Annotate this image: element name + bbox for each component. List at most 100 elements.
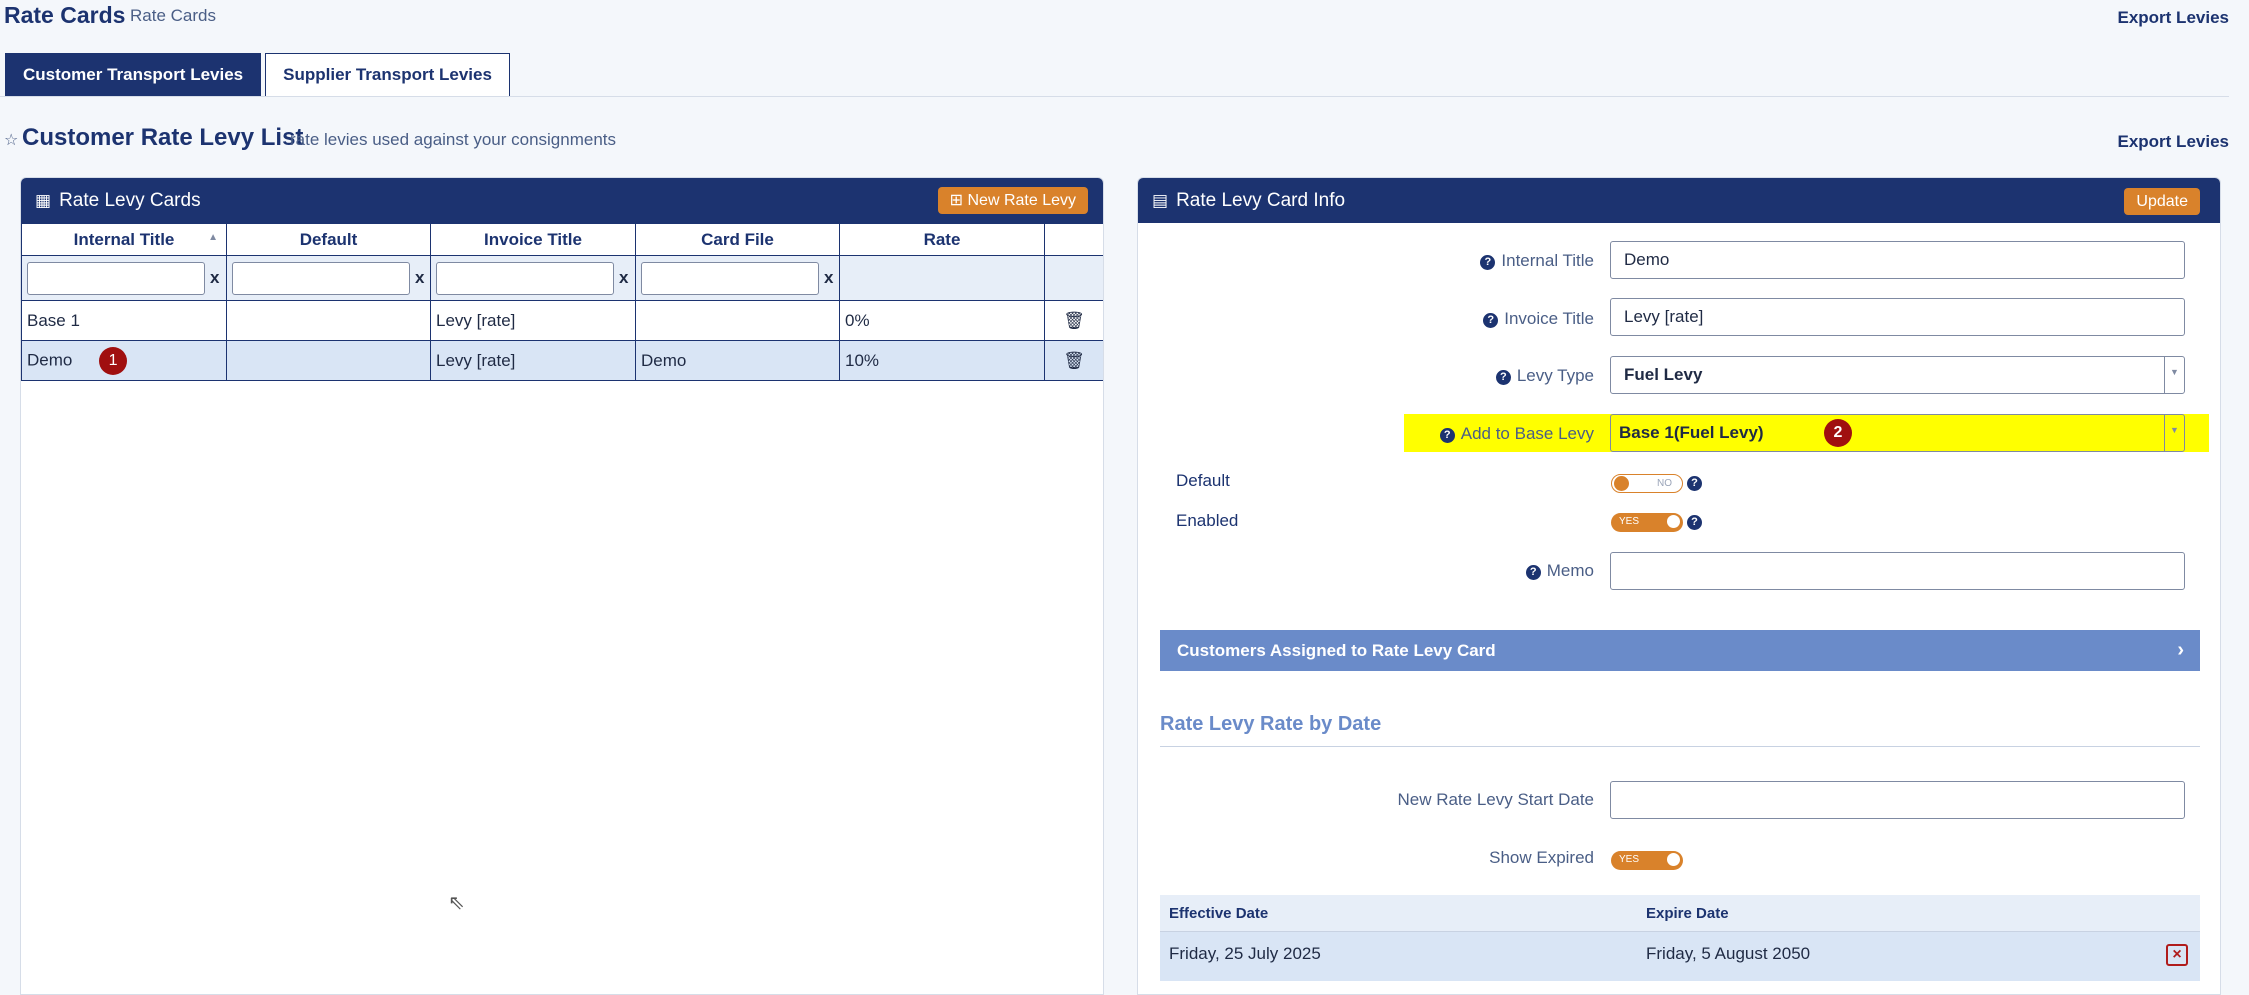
enabled-toggle[interactable]: YES <box>1611 513 1683 532</box>
annotation-badge-2: 2 <box>1824 419 1852 447</box>
table-header: Internal Title ▲ Default Invoice Title Ca… <box>21 223 1103 256</box>
help-icon[interactable]: ? <box>1483 313 1499 328</box>
star-icon[interactable]: ☆ <box>4 130 18 150</box>
col-invoice-title[interactable]: Invoice Title <box>430 223 636 256</box>
memo-input[interactable] <box>1610 552 2185 590</box>
col-default[interactable]: Default <box>226 223 431 256</box>
page-breadcrumb: Rate Cards <box>130 6 216 25</box>
cell-effective-date: Friday, 25 July 2025 <box>1169 944 1321 963</box>
clear-filter-button[interactable]: x <box>210 268 219 288</box>
customers-assigned-bar[interactable]: Customers Assigned to Rate Levy Card › <box>1160 630 2200 671</box>
levy-tabs: Customer Transport Levies Supplier Trans… <box>5 53 510 97</box>
cell-invoice-title: Levy [rate] <box>430 300 636 341</box>
delete-icon[interactable]: × <box>2166 944 2188 966</box>
levy-type-label: ? Levy Type <box>1194 366 1594 386</box>
cell-default <box>226 340 431 381</box>
list-title: Customer Rate Levy List <box>22 124 304 151</box>
help-icon[interactable]: ? <box>1439 428 1455 443</box>
col-effective-date: Effective Date <box>1169 905 1269 922</box>
page-title: Rate Cards <box>4 2 126 28</box>
invoice-title-label: ? Invoice Title <box>1194 309 1594 329</box>
show-expired-label: Show Expired <box>1489 848 1594 867</box>
cell-rate: 10% <box>839 340 1045 381</box>
help-icon[interactable]: ? <box>1687 515 1702 530</box>
cell-internal-title: Demo 1 <box>21 340 227 381</box>
cell-expire-date: Friday, 5 August 2050 <box>1646 944 1811 963</box>
new-rate-levy-label: New Rate Levy <box>967 192 1077 209</box>
clear-filter-button[interactable]: x <box>619 268 628 288</box>
help-icon[interactable]: ? <box>1687 476 1702 491</box>
add-to-base-levy-label: ? Add to Base Levy <box>1194 424 1594 444</box>
tab-divider <box>0 96 2229 97</box>
mouse-cursor-icon: ⇖ <box>448 892 465 914</box>
help-icon[interactable]: ? <box>1480 255 1496 270</box>
toggle-knob <box>1666 514 1681 529</box>
rate-dates-table: Effective Date Expire Date Friday, 25 Ju… <box>1160 895 2200 981</box>
toggle-state: NO <box>1657 478 1672 489</box>
chevron-right-icon: › <box>2177 639 2184 661</box>
help-icon[interactable]: ? <box>1525 565 1541 580</box>
default-toggle[interactable]: NO <box>1611 474 1683 493</box>
grid-icon: ▦ <box>35 190 52 210</box>
clear-filter-button[interactable]: x <box>824 268 833 288</box>
filter-invoice-title-input[interactable] <box>436 261 614 295</box>
col-rate[interactable]: Rate <box>839 223 1045 256</box>
table-row[interactable]: Friday, 25 July 2025 Friday, 5 August 20… <box>1160 931 2200 981</box>
table-row-selected[interactable]: Demo 1 Levy [rate] Demo 10% 🗑 <box>21 340 1103 381</box>
panel-title: Rate Levy Cards <box>59 189 201 211</box>
default-label: Default <box>1176 471 1230 490</box>
new-start-date-label: New Rate Levy Start Date <box>1397 790 1594 809</box>
filter-action-cell <box>1044 255 1103 301</box>
panel-header: ▤ Rate Levy Card Info <box>1138 178 2220 223</box>
table-header: Effective Date Expire Date <box>1160 895 2200 931</box>
new-start-date-input[interactable] <box>1610 781 2185 819</box>
filter-row: x x x x <box>21 255 1103 301</box>
toggle-knob <box>1666 852 1681 867</box>
cell-internal-title: Base 1 <box>21 300 227 341</box>
toggle-state: YES <box>1619 854 1640 865</box>
toggle-state: YES <box>1619 516 1640 527</box>
export-levies-link[interactable]: Export Levies <box>2118 132 2230 152</box>
col-expire-date: Expire Date <box>1646 905 1729 922</box>
update-button[interactable]: Update <box>2124 188 2200 215</box>
tab-customer-transport-levies[interactable]: Customer Transport Levies <box>5 53 262 97</box>
internal-title-input[interactable]: Demo <box>1610 241 2185 279</box>
chevron-down-icon: ▼ <box>2164 415 2184 451</box>
help-icon[interactable]: ? <box>1495 370 1511 385</box>
cell-card-file <box>635 300 840 341</box>
sort-icon: ▲ <box>208 232 218 243</box>
filter-default-input[interactable] <box>232 261 410 295</box>
col-actions <box>1044 223 1103 256</box>
card-icon: ▤ <box>1152 190 1169 210</box>
show-expired-toggle[interactable]: YES <box>1611 851 1683 870</box>
new-rate-levy-button[interactable]: ⊞ New Rate Levy <box>937 187 1088 214</box>
section-divider <box>1160 746 2200 747</box>
chevron-down-icon: ▼ <box>2164 357 2184 393</box>
tab-supplier-transport-levies[interactable]: Supplier Transport Levies <box>265 53 510 97</box>
cell-rate: 0% <box>839 300 1045 341</box>
invoice-title-input[interactable]: Levy [rate] <box>1610 298 2185 336</box>
add-to-base-levy-select[interactable]: Base 1(Fuel Levy) 2 ▼ <box>1610 414 2185 452</box>
levy-type-select[interactable]: Fuel Levy ▼ <box>1610 356 2185 394</box>
col-internal-title[interactable]: Internal Title ▲ <box>21 223 227 256</box>
rate-levy-card-info-panel: ▤ Rate Levy Card Info Update ? Internal T… <box>1137 177 2221 995</box>
toggle-knob <box>1614 476 1629 491</box>
trash-icon[interactable]: 🗑 <box>1044 340 1103 381</box>
filter-card-file-input[interactable] <box>641 261 819 295</box>
export-levies-link-top[interactable]: Export Levies <box>2118 8 2230 28</box>
filter-rate-cell <box>839 255 1045 301</box>
enabled-label: Enabled <box>1176 511 1239 530</box>
rate-levy-table: Internal Title ▲ Default Invoice Title Ca… <box>21 223 1103 381</box>
memo-label: ? Memo <box>1194 561 1594 581</box>
trash-icon[interactable]: 🗑 <box>1044 300 1103 341</box>
table-row[interactable]: Base 1 Levy [rate] 0% 🗑 <box>21 300 1103 341</box>
clear-filter-button[interactable]: x <box>415 268 424 288</box>
filter-internal-title-input[interactable] <box>27 261 205 295</box>
internal-title-label: ? Internal Title <box>1194 251 1594 271</box>
cell-card-file: Demo <box>635 340 840 381</box>
col-card-file[interactable]: Card File <box>635 223 840 256</box>
rate-by-date-title: Rate Levy Rate by Date <box>1160 713 1382 735</box>
plus-icon: ⊞ <box>949 192 964 209</box>
cell-default <box>226 300 431 341</box>
annotation-badge-1: 1 <box>99 346 128 375</box>
